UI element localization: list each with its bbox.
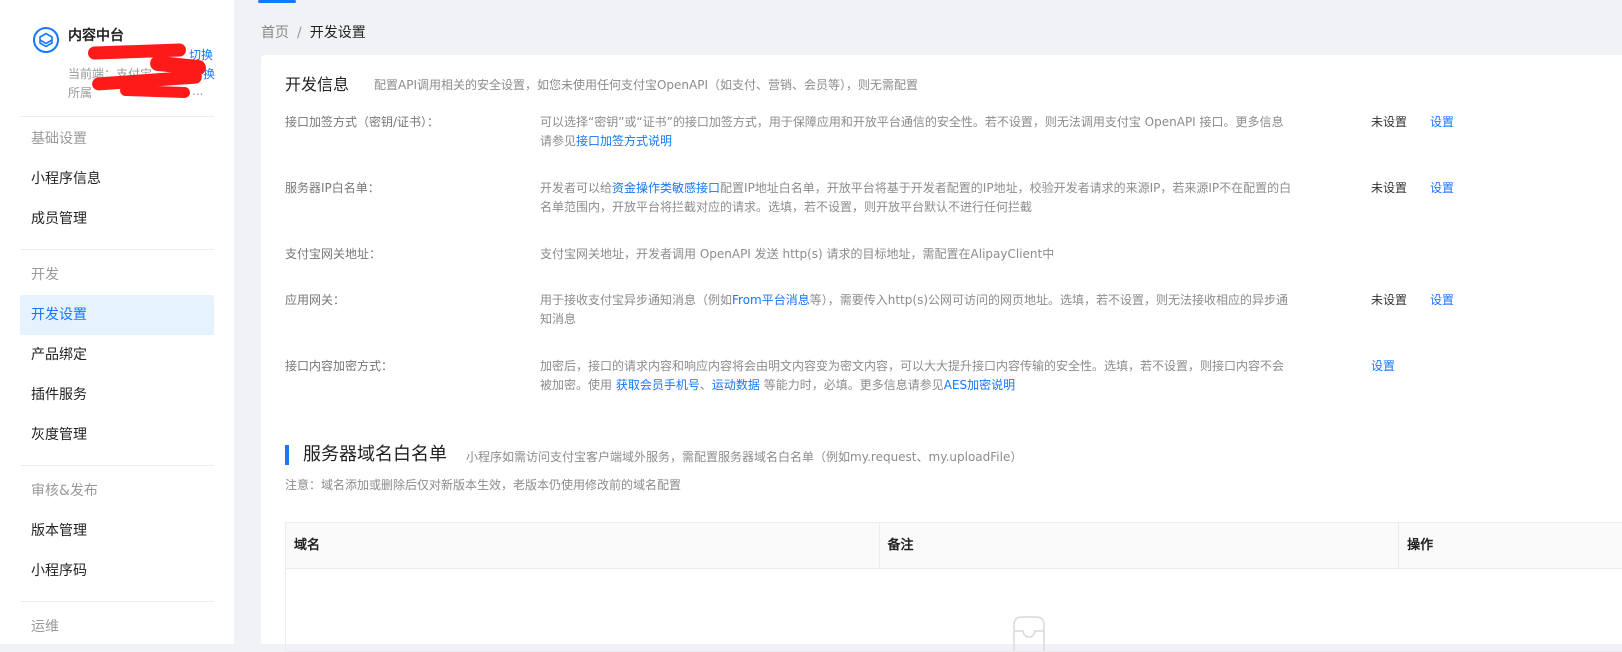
group-basic-settings: 基础设置: [31, 131, 87, 147]
domain-whitelist-note: 注意：域名添加或删除后仅对新版本生效，老版本仍使用修改前的域名配置: [285, 478, 682, 492]
row-desc: 开发者可以给资金操作类敏感接口配置IP地址白名单，开放平台将基于开发者配置的IP…: [540, 179, 1295, 217]
redaction-mark: [119, 84, 191, 99]
divider: [20, 116, 214, 117]
row-label: 接口内容加密方式：: [285, 359, 394, 373]
breadcrumb-separator: /: [297, 25, 302, 41]
row-label: 服务器IP白名单：: [285, 181, 380, 195]
set-sign-method-link[interactable]: 设置: [1430, 113, 1454, 130]
breadcrumb-current: 开发设置: [309, 25, 366, 41]
column-header-domain: 域名: [286, 523, 880, 568]
dev-info-desc: 配置API调用相关的安全设置，如您未使用任何支付宝OpenAPI（如支付、营销、…: [374, 78, 919, 92]
sidebar-item-gray-release[interactable]: 灰度管理: [0, 415, 234, 455]
belong-prefix: 所属: [68, 86, 93, 100]
sidebar-item-miniapp-info[interactable]: 小程序信息: [0, 159, 234, 199]
table-header: 域名 备注 操作: [286, 523, 1622, 569]
sidebar: 内容中台 切换 当前端：支付宝 换 所属 ... 基础设置 小程序信息 成员管理…: [0, 0, 234, 644]
divider: [20, 249, 214, 250]
sidebar-item-plugin-service[interactable]: 插件服务: [0, 375, 234, 415]
status-text: 未设置: [1371, 181, 1408, 195]
from-platform-message-link[interactable]: From平台消息: [732, 293, 810, 307]
group-review-release: 审核&发布: [31, 483, 98, 499]
status-text: 未设置: [1371, 115, 1408, 129]
row-desc-mid: 、: [699, 378, 712, 392]
breadcrumb: 首页 / 开发设置: [261, 22, 366, 42]
app-logo-icon: [33, 27, 59, 53]
empty-inbox-icon: [1013, 616, 1045, 651]
sidebar-item-member-management[interactable]: 成员管理: [0, 199, 234, 239]
domain-whitelist-title: 服务器域名白名单: [285, 445, 447, 465]
set-content-encryption-link[interactable]: 设置: [1371, 357, 1395, 374]
row-desc-pre: 开发者可以给: [540, 181, 613, 195]
belong-line: 所属: [68, 84, 92, 101]
row-label: 支付宝网关地址：: [285, 247, 382, 261]
column-header-remark: 备注: [880, 523, 1400, 568]
sign-method-doc-link[interactable]: 接口加签方式说明: [576, 134, 672, 148]
sidebar-item-version-management[interactable]: 版本管理: [0, 511, 234, 551]
aes-doc-link[interactable]: AES加密说明: [944, 378, 1015, 392]
divider: [20, 601, 214, 602]
row-label: 接口加签方式（密钥/证书）：: [285, 115, 440, 129]
top-accent-bar: [258, 0, 296, 3]
sport-data-link[interactable]: 运动数据: [712, 378, 760, 392]
group-development: 开发: [31, 267, 59, 283]
sidebar-item-miniapp-code[interactable]: 小程序码: [0, 551, 234, 591]
row-label: 应用网关：: [285, 293, 346, 307]
row-desc: 可以选择“密钥”或“证书”的接口加签方式，用于保障应用和开放平台通信的安全性。若…: [540, 113, 1295, 151]
member-phone-link[interactable]: 获取会员手机号: [616, 378, 700, 392]
sensitive-api-link[interactable]: 资金操作类敏感接口: [612, 181, 720, 195]
app-name: 内容中台: [68, 28, 124, 44]
set-app-gateway-link[interactable]: 设置: [1430, 291, 1454, 308]
column-header-action: 操作: [1407, 538, 1434, 553]
divider: [20, 465, 214, 466]
group-operations: 运维: [31, 619, 59, 635]
main-panel: 开发信息 配置API调用相关的安全设置，如您未使用任何支付宝OpenAPI（如支…: [261, 55, 1622, 652]
row-desc: 加密后，接口的请求内容和响应内容将会由明文内容变为密文内容，可以大大提升接口内容…: [540, 357, 1295, 395]
domain-whitelist-desc: 小程序如需访问支付宝客户端域外服务，需配置服务器域名白名单（例如my.reque…: [466, 450, 1023, 464]
row-desc-pre: 用于接收支付宝异步通知消息（例如: [540, 293, 733, 307]
status-text: 未设置: [1371, 293, 1408, 307]
dev-info-title: 开发信息: [285, 75, 350, 94]
breadcrumb-home-link[interactable]: 首页: [261, 25, 289, 41]
row-desc-mid2: 等能力时，必填。更多信息请参见: [759, 378, 944, 392]
app-card: 内容中台 切换 当前端：支付宝 换 所属 ...: [0, 0, 234, 116]
row-desc: 用于接收支付宝异步通知消息（例如From平台消息等），需要传入http(s)公网…: [540, 291, 1295, 329]
sidebar-item-product-binding[interactable]: 产品绑定: [0, 335, 234, 375]
sidebar-item-dev-settings[interactable]: 开发设置: [20, 295, 214, 335]
belong-ellipsis: ...: [192, 84, 204, 98]
domain-table: 域名 备注 操作: [285, 522, 1622, 652]
set-ip-whitelist-link[interactable]: 设置: [1430, 179, 1454, 196]
row-desc: 支付宝网关地址，开发者调用 OpenAPI 发送 http(s) 请求的目标地址…: [540, 247, 1055, 261]
